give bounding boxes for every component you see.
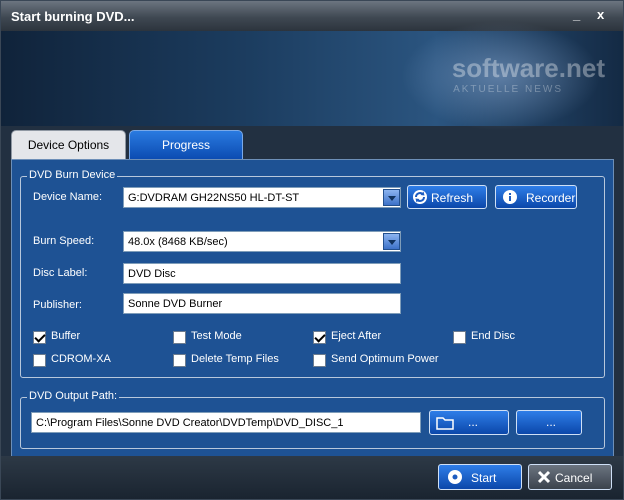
test-mode-checkbox[interactable] <box>173 331 186 344</box>
burn-device-legend: DVD Burn Device <box>27 169 118 181</box>
browse-folder-button[interactable]: ... <box>429 410 509 435</box>
publisher-input[interactable]: Sonne DVD Burner <box>123 293 401 314</box>
output-path-value: C:\Program Files\Sonne DVD Creator\DVDTe… <box>36 417 344 429</box>
device-options-panel: DVD Burn Device Device Name: G:DVDRAM GH… <box>11 159 614 457</box>
cdrom-xa-checkbox[interactable] <box>33 354 46 367</box>
eject-after-checkbox[interactable] <box>313 331 326 344</box>
disc-icon <box>448 470 462 484</box>
info-icon <box>503 190 517 204</box>
refresh-label: Refresh <box>431 191 474 205</box>
burn-speed-select[interactable]: 48.0x (8468 KB/sec) <box>123 231 401 252</box>
close-icon <box>537 470 551 484</box>
start-button[interactable]: Start <box>438 464 522 490</box>
delete-temp-files-checkbox[interactable] <box>173 354 186 367</box>
device-name-select[interactable]: G:DVDRAM GH22NS50 HL-DT-ST <box>123 187 401 208</box>
output-path-legend: DVD Output Path: <box>27 390 120 402</box>
refresh-button[interactable]: Refresh <box>407 185 487 209</box>
device-dropdown-chevron-icon[interactable] <box>383 189 400 206</box>
cancel-label: Cancel <box>555 471 593 485</box>
publisher-value: Sonne DVD Burner <box>128 298 223 310</box>
output-extra-button[interactable]: ... <box>516 410 582 435</box>
header-banner: software.net AKTUELLE NEWS <box>1 21 623 131</box>
watermark-subtitle: AKTUELLE NEWS <box>453 84 563 95</box>
folder-icon <box>436 417 454 430</box>
send-optimum-power-checkbox[interactable] <box>313 354 326 367</box>
end-disc-checkbox[interactable] <box>453 331 466 344</box>
buffer-checkbox[interactable] <box>33 331 46 344</box>
refresh-icon <box>413 190 427 204</box>
delete-temp-files-label: Delete Temp Files <box>191 353 279 365</box>
disc-label-label: Disc Label: <box>33 267 88 279</box>
close-button[interactable]: x <box>597 7 604 22</box>
burn-speed-value: 48.0x (8468 KB/sec) <box>128 236 228 248</box>
end-disc-label: End Disc <box>471 330 516 342</box>
publisher-label: Publisher: <box>33 299 82 311</box>
tab-device-options[interactable]: Device Options <box>11 130 126 160</box>
output-path-input[interactable]: C:\Program Files\Sonne DVD Creator\DVDTe… <box>31 412 421 433</box>
extra-dots: ... <box>546 415 557 429</box>
cdrom-xa-label: CDROM-XA <box>51 353 111 365</box>
recorder-button[interactable]: Recorder <box>495 185 577 209</box>
window-title: Start burning DVD... <box>11 9 135 24</box>
browse-dots: ... <box>468 415 479 429</box>
minimize-button[interactable]: _ <box>573 7 580 22</box>
recorder-label: Recorder <box>526 191 576 205</box>
burn-speed-label: Burn Speed: <box>33 235 95 247</box>
disc-label-input[interactable]: DVD Disc <box>123 263 401 284</box>
device-name-value: G:DVDRAM GH22NS50 HL-DT-ST <box>128 192 300 204</box>
cancel-button[interactable]: Cancel <box>528 464 612 490</box>
burn-device-group: DVD Burn Device Device Name: G:DVDRAM GH… <box>20 169 605 378</box>
test-mode-label: Test Mode <box>191 330 242 342</box>
dialog-window: Start burning DVD... _ x software.net AK… <box>0 0 624 500</box>
send-optimum-power-label: Send Optimum Power <box>331 353 439 365</box>
buffer-label: Buffer <box>51 330 81 342</box>
disc-label-value: DVD Disc <box>128 268 176 280</box>
eject-after-label: Eject After <box>331 330 382 342</box>
start-label: Start <box>471 471 497 485</box>
tab-progress[interactable]: Progress <box>129 130 243 161</box>
device-name-label: Device Name: <box>33 191 103 203</box>
watermark-logo: software.net <box>451 53 605 83</box>
output-path-group: DVD Output Path: C:\Program Files\Sonne … <box>20 390 605 449</box>
footer-bar: Start Cancel <box>1 456 623 499</box>
speed-dropdown-chevron-icon[interactable] <box>383 233 400 250</box>
